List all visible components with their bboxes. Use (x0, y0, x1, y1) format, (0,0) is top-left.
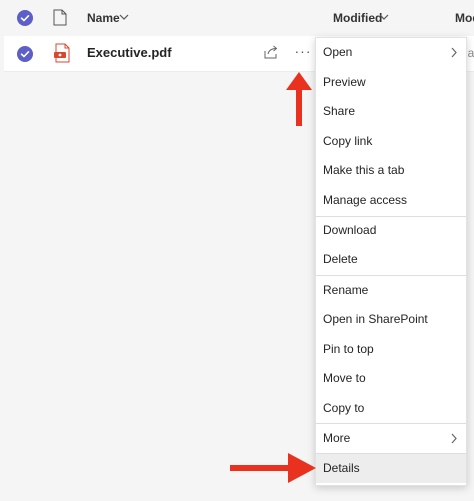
chevron-right-icon (451, 433, 457, 444)
menu-item-label: Share (323, 104, 356, 118)
annotation-arrow-up (286, 72, 312, 126)
menu-item-label: Open (323, 45, 353, 59)
menu-item-label: Copy to (323, 401, 365, 415)
menu-item-label: Copy link (323, 134, 373, 148)
menu-item-manage-access[interactable]: Manage access (316, 186, 466, 215)
name-column-header[interactable]: Name (87, 11, 120, 25)
menu-item-make-tab[interactable]: Make this a tab (316, 156, 466, 185)
menu-item-label: Preview (323, 75, 366, 89)
menu-item-open[interactable]: Open (316, 38, 466, 67)
menu-item-copy-link[interactable]: Copy link (316, 127, 466, 156)
menu-item-share[interactable]: Share (316, 97, 466, 126)
menu-item-download[interactable]: Download (316, 216, 466, 245)
more-actions-button[interactable]: ··· (292, 42, 314, 62)
checkmark-icon (20, 51, 30, 58)
pdf-file-icon (54, 43, 70, 63)
chevron-down-icon[interactable] (379, 13, 389, 21)
menu-item-label: Manage access (323, 193, 408, 207)
menu-item-move-to[interactable]: Move to (316, 364, 466, 393)
modified-by-column-header[interactable]: Mod (455, 11, 474, 25)
menu-item-label: Download (323, 223, 377, 237)
menu-item-label: Delete (323, 252, 358, 266)
modified-column-header[interactable]: Modified (333, 11, 382, 25)
file-type-icon (53, 9, 67, 26)
menu-item-details[interactable]: Details (316, 454, 466, 483)
menu-item-open-in-sharepoint[interactable]: Open in SharePoint (316, 305, 466, 334)
chevron-down-icon[interactable] (119, 13, 129, 21)
column-header-row: Name Modified Mod (0, 0, 474, 36)
annotation-arrow-right (230, 453, 316, 483)
row-checkbox[interactable] (17, 46, 33, 62)
menu-item-delete[interactable]: Delete (316, 245, 466, 274)
menu-item-pin-to-top[interactable]: Pin to top (316, 335, 466, 364)
menu-item-label: Details (323, 461, 360, 475)
menu-item-label: Open in SharePoint (323, 312, 428, 326)
chevron-right-icon (451, 47, 457, 58)
menu-item-label: Pin to top (323, 342, 374, 356)
menu-item-label: Rename (323, 283, 369, 297)
menu-item-rename[interactable]: Rename (316, 276, 466, 305)
share-icon[interactable] (263, 45, 279, 59)
menu-item-label: Move to (323, 371, 366, 385)
menu-item-copy-to[interactable]: Copy to (316, 394, 466, 423)
menu-item-preview[interactable]: Preview (316, 68, 466, 97)
menu-item-label: Make this a tab (323, 163, 405, 177)
menu-item-label: More (323, 431, 351, 445)
select-all-checkbox[interactable] (17, 10, 33, 26)
context-menu: Open Preview Share Copy link Make this a… (315, 37, 467, 486)
menu-item-more[interactable]: More (316, 424, 466, 453)
file-name[interactable]: Executive.pdf (87, 45, 172, 60)
checkmark-icon (20, 15, 30, 22)
